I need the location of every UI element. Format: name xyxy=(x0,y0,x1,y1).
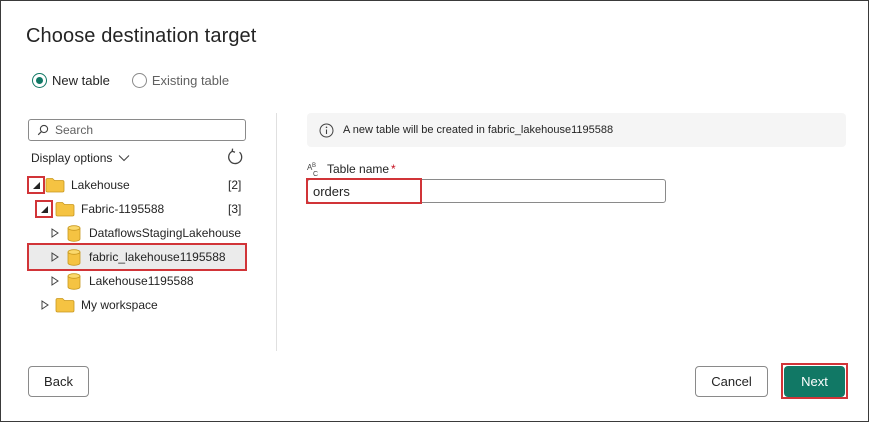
lakehouse-database-icon xyxy=(67,272,81,290)
dataflows-expander[interactable] xyxy=(49,227,61,239)
dialog-title: Choose destination target xyxy=(26,25,257,47)
required-marker: * xyxy=(391,162,396,176)
cancel-button[interactable]: Cancel xyxy=(695,366,768,397)
my-workspace-expander[interactable] xyxy=(39,299,51,311)
tree-item-dataflows-staging[interactable]: DataflowsStagingLakehouse xyxy=(67,222,241,244)
lakehouse1195588-expander[interactable] xyxy=(49,275,61,287)
expanded-triangle-icon xyxy=(32,181,40,189)
tree-item-fabric-workspace[interactable]: Fabric-1195588 xyxy=(55,198,164,220)
next-button[interactable]: Next xyxy=(784,366,845,397)
existing-table-radio[interactable]: Existing table xyxy=(131,73,230,88)
display-options-label: Display options xyxy=(31,151,113,165)
table-name-label-text: Table name xyxy=(327,162,390,176)
search-icon xyxy=(37,124,49,136)
tree-item-label: fabric_lakehouse1195588 xyxy=(89,250,226,264)
tree-item-label: Fabric-1195588 xyxy=(81,202,165,216)
info-message-bar: A new table will be created in fabric_la… xyxy=(307,113,846,147)
choose-destination-dialog: Choose destination target New table Exis… xyxy=(0,0,869,422)
tree-item-count: [3] xyxy=(228,202,242,216)
tree-item-lakehouse1195588[interactable]: Lakehouse1195588 xyxy=(67,270,194,292)
info-icon xyxy=(319,123,334,137)
tree-item-count: [2] xyxy=(228,178,242,192)
collapsed-triangle-icon xyxy=(41,300,49,310)
existing-table-radio-label: Existing table xyxy=(151,73,230,88)
folder-icon xyxy=(55,298,75,313)
panel-divider xyxy=(276,113,277,351)
svg-text:C: C xyxy=(313,171,318,177)
expanded-triangle-icon xyxy=(40,205,48,213)
search-placeholder: Search xyxy=(55,123,94,137)
tree-item-label: Lakehouse xyxy=(71,178,130,192)
back-button[interactable]: Back xyxy=(28,366,89,397)
info-message-text: A new table will be created in fabric_la… xyxy=(343,124,614,136)
collapsed-triangle-icon xyxy=(51,228,59,238)
fabric-expander[interactable] xyxy=(38,203,50,215)
lakehouse-expander[interactable] xyxy=(30,179,42,191)
lakehouse-database-icon xyxy=(67,224,81,242)
table-name-highlight xyxy=(306,178,422,204)
tree-item-my-workspace[interactable]: My workspace xyxy=(55,294,158,316)
collapsed-triangle-icon xyxy=(51,276,59,286)
folder-icon xyxy=(45,178,65,193)
new-table-radio[interactable]: New table xyxy=(32,73,110,88)
collapsed-triangle-icon xyxy=(51,252,59,262)
chevron-down-icon xyxy=(118,155,130,162)
lakehouse-database-icon xyxy=(67,248,81,266)
radio-unchecked-icon xyxy=(131,73,147,88)
tree-item-fabric-lakehouse[interactable]: fabric_lakehouse1195588 xyxy=(67,246,226,268)
tree-item-label: Lakehouse1195588 xyxy=(89,274,194,288)
tree-item-label: My workspace xyxy=(81,298,158,312)
fabric-lakehouse-expander[interactable] xyxy=(49,251,61,263)
display-options-dropdown[interactable]: Display options xyxy=(31,151,130,165)
search-input[interactable]: Search xyxy=(28,119,246,141)
table-name-label: A B C Table name * xyxy=(307,161,396,177)
folder-icon xyxy=(55,202,75,217)
refresh-icon[interactable] xyxy=(225,147,245,167)
text-type-icon: A B C xyxy=(307,163,318,177)
svg-text:B: B xyxy=(312,163,316,169)
radio-checked-icon xyxy=(32,73,47,88)
table-mode-radio-group: New table Existing table xyxy=(32,73,251,88)
tree-item-label: DataflowsStagingLakehouse xyxy=(89,226,242,240)
tree-item-lakehouse[interactable]: Lakehouse xyxy=(45,174,130,196)
new-table-radio-label: New table xyxy=(52,73,110,88)
